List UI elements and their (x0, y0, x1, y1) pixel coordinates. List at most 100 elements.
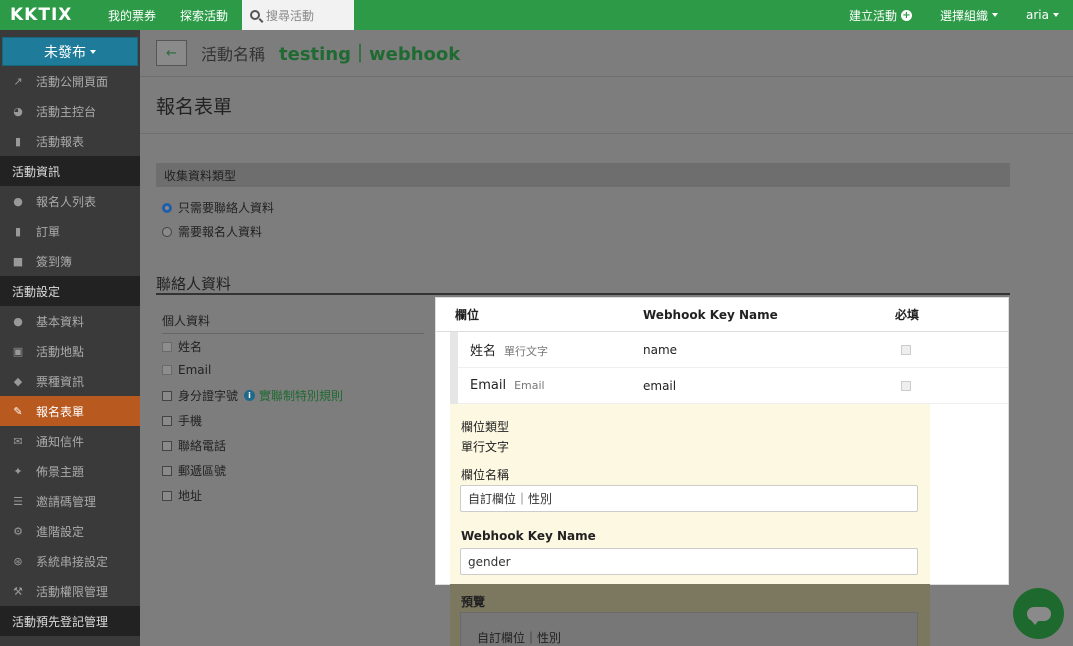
radio-button-selected[interactable] (162, 202, 172, 213)
search-icon (250, 10, 261, 20)
webhook-field-panel: 欄位 Webhook Key Name 必填 姓名 單行文字 name Email… (436, 298, 1008, 584)
collect-type-header: 收集資料類型 (156, 163, 1010, 187)
nav-my-tickets[interactable]: 我的票券 (96, 0, 168, 30)
chat-bubble-icon (1026, 606, 1051, 625)
sidebar-item[interactable]: ⚙ 進階設定 (0, 516, 140, 546)
checkbox[interactable] (162, 490, 172, 501)
create-event-button[interactable]: 建立活動 + (835, 0, 926, 30)
special-rules-link[interactable]: 實聯制特別規則 (259, 387, 343, 404)
field-email-row[interactable]: Email (162, 363, 211, 377)
search-placeholder: 搜尋活動 (266, 8, 315, 23)
sidebar-item[interactable]: ▣ 活動地點 (0, 336, 140, 366)
sidebar-item[interactable]: ● 基本資料 (0, 306, 140, 336)
sidebar-item[interactable]: ☰ 邀請碼管理 (0, 486, 140, 516)
sidebar-item[interactable]: ↗ 活動公開頁面 (0, 66, 140, 96)
event-label: 活動名稱 (201, 45, 266, 64)
field-name-input[interactable]: 自訂欄位｜性別 (460, 485, 918, 512)
sidebar-item[interactable]: ◆ 票種資訊 (0, 366, 140, 396)
field-mobile-row[interactable]: 手機 (162, 412, 202, 429)
user-menu[interactable]: aria (1012, 0, 1073, 30)
webhook-key: name (643, 342, 678, 357)
sidebar-item-label: 進階設定 (36, 524, 85, 539)
sidebar-item-label: 佈景主題 (36, 464, 85, 479)
kktix-logo[interactable]: KKTIX (0, 0, 96, 30)
chat-button[interactable] (1013, 588, 1064, 639)
sidebar-item[interactable]: ▮ 訂單 (0, 216, 140, 246)
status-dropdown-button[interactable]: 未發布 (2, 37, 138, 66)
radio-attendee-data[interactable]: 需要報名人資料 (162, 223, 262, 240)
sidebar-item[interactable]: ■ 簽到簿 (0, 246, 140, 276)
caret-down-icon (90, 49, 96, 54)
event-name[interactable]: testing｜webhook (279, 40, 460, 66)
webhook-key-input[interactable]: gender (460, 548, 918, 575)
sidebar-item-label: 通知信件 (36, 434, 85, 449)
sidebar-section-header: 活動預先登記管理 (0, 606, 140, 636)
top-navbar: KKTIX 我的票券 探索活動 搜尋活動 建立活動 + 選擇組織 aria (0, 0, 1073, 30)
user-name: aria (1026, 8, 1049, 22)
sidebar-item[interactable]: ✉ 通知信件 (0, 426, 140, 456)
sidebar: 未發布 ↗ 活動公開頁面 ◕ 活動主控台 ▮ 活動報表 活動資訊 ● 報名人列表 ▮ 訂單 ■ 簽到簿活… (0, 30, 140, 646)
checkbox-checked[interactable] (162, 341, 172, 352)
custom-field-editor: 欄位類型 單行文字 欄位名稱 自訂欄位｜性別 Webhook Key Name … (450, 404, 930, 584)
field-name: 姓名 (470, 344, 497, 359)
sidebar-item-label: 基本資料 (36, 314, 85, 329)
table-row[interactable]: Email Email email (450, 368, 1008, 404)
preview-label: 預覽 (461, 595, 486, 609)
table-row[interactable]: 姓名 單行文字 name (450, 332, 1008, 368)
edit-icon: ✎ (13, 404, 23, 418)
sidebar-item-label: 系統串接設定 (36, 554, 109, 569)
col-required: 必填 (895, 308, 920, 322)
field-id-row[interactable]: 身分證字號 i 實聯制特別規則 (162, 387, 343, 404)
checkbox[interactable] (162, 415, 172, 426)
sidebar-item-label: 活動權限管理 (36, 584, 109, 599)
select-org-dropdown[interactable]: 選擇組織 (926, 0, 1012, 30)
sidebar-item-label: 活動報表 (36, 134, 85, 149)
back-button[interactable]: ← (156, 40, 187, 66)
search-input[interactable]: 搜尋活動 (242, 0, 355, 30)
field-type-label: 欄位類型 (461, 420, 510, 434)
field-zip-row[interactable]: 郵遞區號 (162, 462, 226, 479)
radio-contact-only[interactable]: 只需要聯絡人資料 (162, 199, 274, 216)
field-label: 手機 (178, 414, 203, 428)
sidebar-item-label: 邀請碼管理 (36, 494, 97, 509)
drag-handle[interactable] (450, 332, 458, 368)
sidebar-item[interactable]: ◕ 活動主控台 (0, 96, 140, 126)
sidebar-item[interactable]: ● 報名人列表 (0, 186, 140, 216)
file-icon: ▮ (14, 134, 22, 148)
field-phone-row[interactable]: 聯絡電話 (162, 437, 226, 454)
sidebar-item[interactable]: ⚒ 活動權限管理 (0, 576, 140, 606)
sidebar-item-label: 簽到簿 (36, 254, 73, 269)
field-label: 身分證字號 (178, 389, 239, 403)
field-label: 姓名 (178, 340, 203, 354)
info-icon: i (244, 390, 256, 401)
radio-button[interactable] (162, 226, 172, 237)
sidebar-item[interactable]: ⊛ 系統串接設定 (0, 546, 140, 576)
field-table-header: 欄位 Webhook Key Name 必填 (436, 298, 1008, 332)
sidebar-item-label: 活動地點 (36, 344, 85, 359)
book-icon: ■ (12, 254, 24, 268)
image-icon: ▣ (12, 344, 24, 358)
webhook-key: email (643, 378, 677, 393)
select-org-label: 選擇組織 (940, 8, 989, 23)
sidebar-item[interactable]: ✦ 佈景主題 (0, 456, 140, 486)
drag-handle[interactable] (450, 368, 458, 404)
field-type: 單行文字 (504, 345, 549, 358)
external-link-icon: ↗ (13, 74, 23, 88)
required-checkbox[interactable] (901, 344, 911, 355)
sidebar-item-label: 報名人列表 (36, 194, 97, 209)
sidebar-item-label: 票種資訊 (36, 374, 85, 389)
nav-explore[interactable]: 探索活動 (168, 0, 240, 30)
contact-section-title: 聯絡人資料 (156, 273, 1010, 295)
users-icon: ● (13, 194, 23, 208)
webhook-key-label: Webhook Key Name (461, 529, 596, 543)
field-name-row[interactable]: 姓名 (162, 338, 202, 355)
sidebar-item[interactable]: ✎ 報名表單 (0, 396, 140, 426)
required-checkbox[interactable] (901, 380, 911, 391)
checkbox[interactable] (162, 390, 172, 401)
field-label: 聯絡電話 (178, 439, 227, 453)
sidebar-item[interactable]: ▮ 活動報表 (0, 126, 140, 156)
checkbox[interactable] (162, 465, 172, 476)
field-address-row[interactable]: 地址 (162, 487, 202, 504)
checkbox-checked[interactable] (162, 365, 172, 375)
checkbox[interactable] (162, 440, 172, 451)
